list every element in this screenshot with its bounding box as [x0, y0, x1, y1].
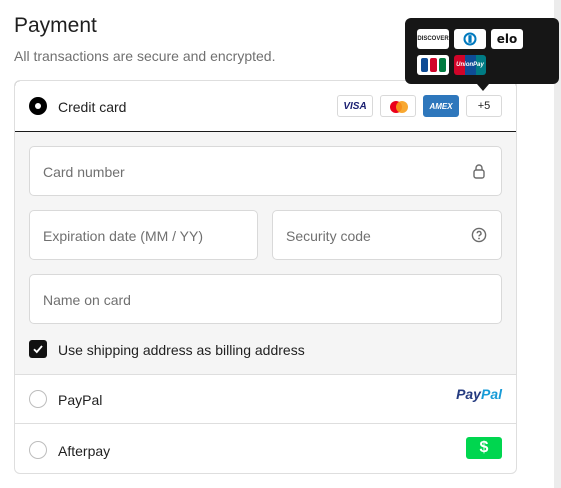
tooltip-arrow: [477, 84, 489, 91]
credit-card-label: Credit card: [58, 99, 127, 115]
card-number-field[interactable]: [29, 146, 502, 197]
unionpay-logo-icon: UnionPay: [454, 55, 486, 75]
mastercard-logo-icon: [380, 95, 416, 117]
payment-option-paypal[interactable]: PayPal PayPal: [15, 374, 516, 424]
help-circle-icon[interactable]: [471, 227, 487, 243]
more-brands-tooltip: DISCOVER elo UnionPay: [405, 18, 559, 84]
security-code-input[interactable]: [284, 211, 471, 261]
name-on-card-field[interactable]: [29, 274, 502, 325]
card-number-input[interactable]: [41, 147, 422, 197]
expiration-date-field[interactable]: [29, 210, 258, 261]
jcb-logo-icon: [417, 55, 449, 75]
payment-option-afterpay[interactable]: Afterpay $: [15, 424, 516, 473]
security-code-field[interactable]: [272, 210, 502, 261]
credit-card-radio[interactable]: [29, 97, 47, 115]
credit-card-form: Use shipping address as billing address: [15, 132, 516, 375]
paypal-logo-part1: Pay: [456, 386, 481, 402]
payment-option-credit-card[interactable]: Credit card VISA AMEX +5: [15, 81, 516, 132]
afterpay-logo-icon: $: [466, 437, 502, 459]
paypal-logo-part2: Pal: [480, 386, 502, 402]
paypal-logo-icon: PayPal: [456, 386, 502, 402]
payment-methods: Credit card VISA AMEX +5 Card number Exp…: [14, 80, 517, 474]
billing-address-label[interactable]: Use shipping address as billing address: [58, 342, 305, 358]
afterpay-radio[interactable]: [29, 441, 47, 459]
page-title: Payment: [14, 14, 97, 37]
page-subtitle: All transactions are secure and encrypte…: [14, 48, 276, 64]
expiration-date-input[interactable]: [41, 211, 227, 261]
afterpay-label: Afterpay: [58, 443, 111, 459]
lock-icon: [473, 164, 485, 179]
diners-club-logo-icon: [454, 29, 486, 49]
billing-address-checkbox[interactable]: [29, 340, 47, 358]
visa-logo-icon: VISA: [337, 95, 373, 117]
name-on-card-input[interactable]: [41, 275, 422, 325]
paypal-radio[interactable]: [29, 390, 47, 408]
more-brands-badge[interactable]: +5: [466, 95, 502, 117]
checkmark-icon: [33, 345, 43, 354]
discover-logo-icon: DISCOVER: [417, 29, 449, 49]
elo-logo-icon: elo: [491, 29, 523, 49]
amex-logo-icon: AMEX: [423, 95, 459, 117]
paypal-label: PayPal: [58, 392, 103, 408]
